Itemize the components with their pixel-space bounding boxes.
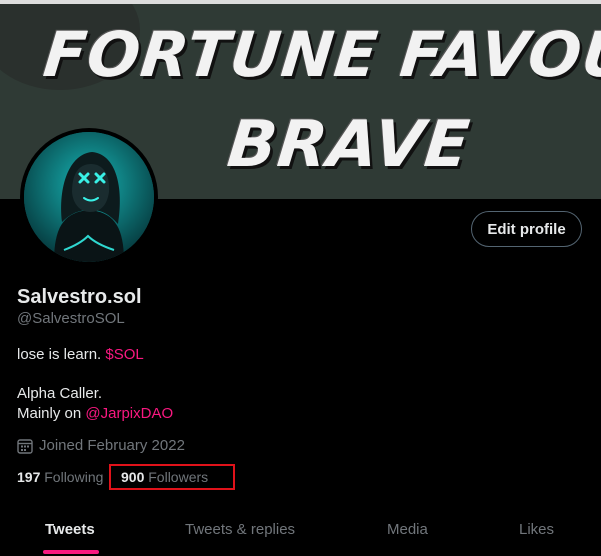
bio-line-1: lose is learn. $SOL — [17, 346, 144, 363]
tab-likes[interactable]: Likes — [519, 506, 554, 556]
avatar-image — [24, 132, 154, 262]
calendar-icon — [17, 438, 33, 454]
bio-text: Mainly on — [17, 405, 86, 422]
cashtag-link[interactable]: $SOL — [105, 346, 143, 363]
hooded-figure-icon — [24, 132, 154, 262]
following-link[interactable]: 197 Following — [17, 469, 103, 485]
user-handle: @SalvestroSOL — [17, 310, 125, 327]
tab-tweets[interactable]: Tweets — [45, 506, 95, 556]
joined-text: Joined February 2022 — [39, 437, 185, 454]
tab-tweets-replies[interactable]: Tweets & replies — [185, 506, 295, 556]
profile-tabs: Tweets Tweets & replies Media Likes — [0, 506, 601, 556]
mention-link[interactable]: @JarpixDAO — [85, 405, 173, 422]
banner-text-line1: FORTUNE FAVOURS THE — [40, 18, 601, 91]
joined-date: Joined February 2022 — [17, 437, 185, 454]
following-label: Following — [44, 469, 104, 485]
bio-line-2: Alpha Caller. — [17, 385, 103, 402]
tab-media[interactable]: Media — [387, 506, 428, 556]
active-tab-indicator — [43, 550, 99, 554]
banner-edge — [0, 0, 601, 4]
followers-highlight-box — [109, 464, 235, 490]
bio-text: lose is learn. — [17, 346, 106, 363]
display-name: Salvestro.sol — [17, 286, 142, 308]
banner-text-line2: BRAVE — [224, 108, 474, 182]
avatar[interactable] — [20, 128, 158, 266]
edit-profile-button[interactable]: Edit profile — [471, 211, 582, 247]
bio-line-3: Mainly on @JarpixDAO — [17, 405, 173, 422]
following-count: 197 — [17, 469, 41, 485]
